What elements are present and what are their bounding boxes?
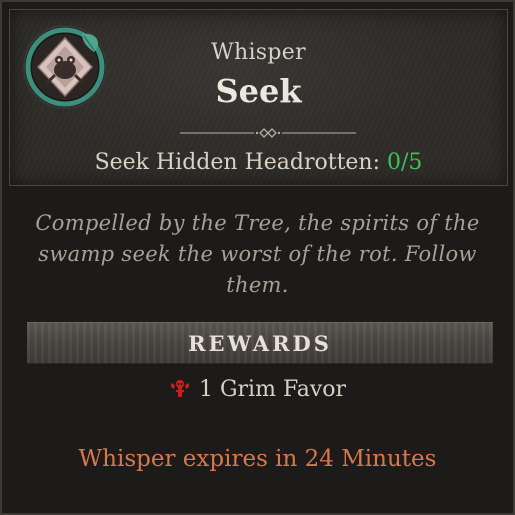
tooltip-header: Whisper Seek Seek Hidden Headrotten: 0/5	[9, 9, 508, 186]
quest-objective: Seek Hidden Headrotten: 0/5	[10, 150, 507, 175]
rewards-header-bar: REWARDS	[27, 322, 493, 364]
ornament-divider	[180, 128, 356, 138]
quest-description: Compelled by the Tree, the spirits of th…	[35, 211, 480, 297]
quest-title: Seek	[215, 72, 302, 110]
quest-type-label: Whisper	[211, 40, 306, 65]
whisper-tooltip: Whisper Seek Seek Hidden Headrotten: 0/5…	[0, 0, 515, 515]
objective-progress: 0/5	[387, 150, 423, 175]
expiry-text: Whisper expires in 24 Minutes	[78, 446, 437, 472]
objective-label: Seek Hidden Headrotten:	[94, 150, 381, 175]
rewards-title: REWARDS	[188, 331, 332, 356]
reward-item: 1 Grim Favor	[2, 377, 513, 402]
reward-label: 1 Grim Favor	[198, 377, 347, 402]
grim-favor-icon	[170, 380, 189, 397]
